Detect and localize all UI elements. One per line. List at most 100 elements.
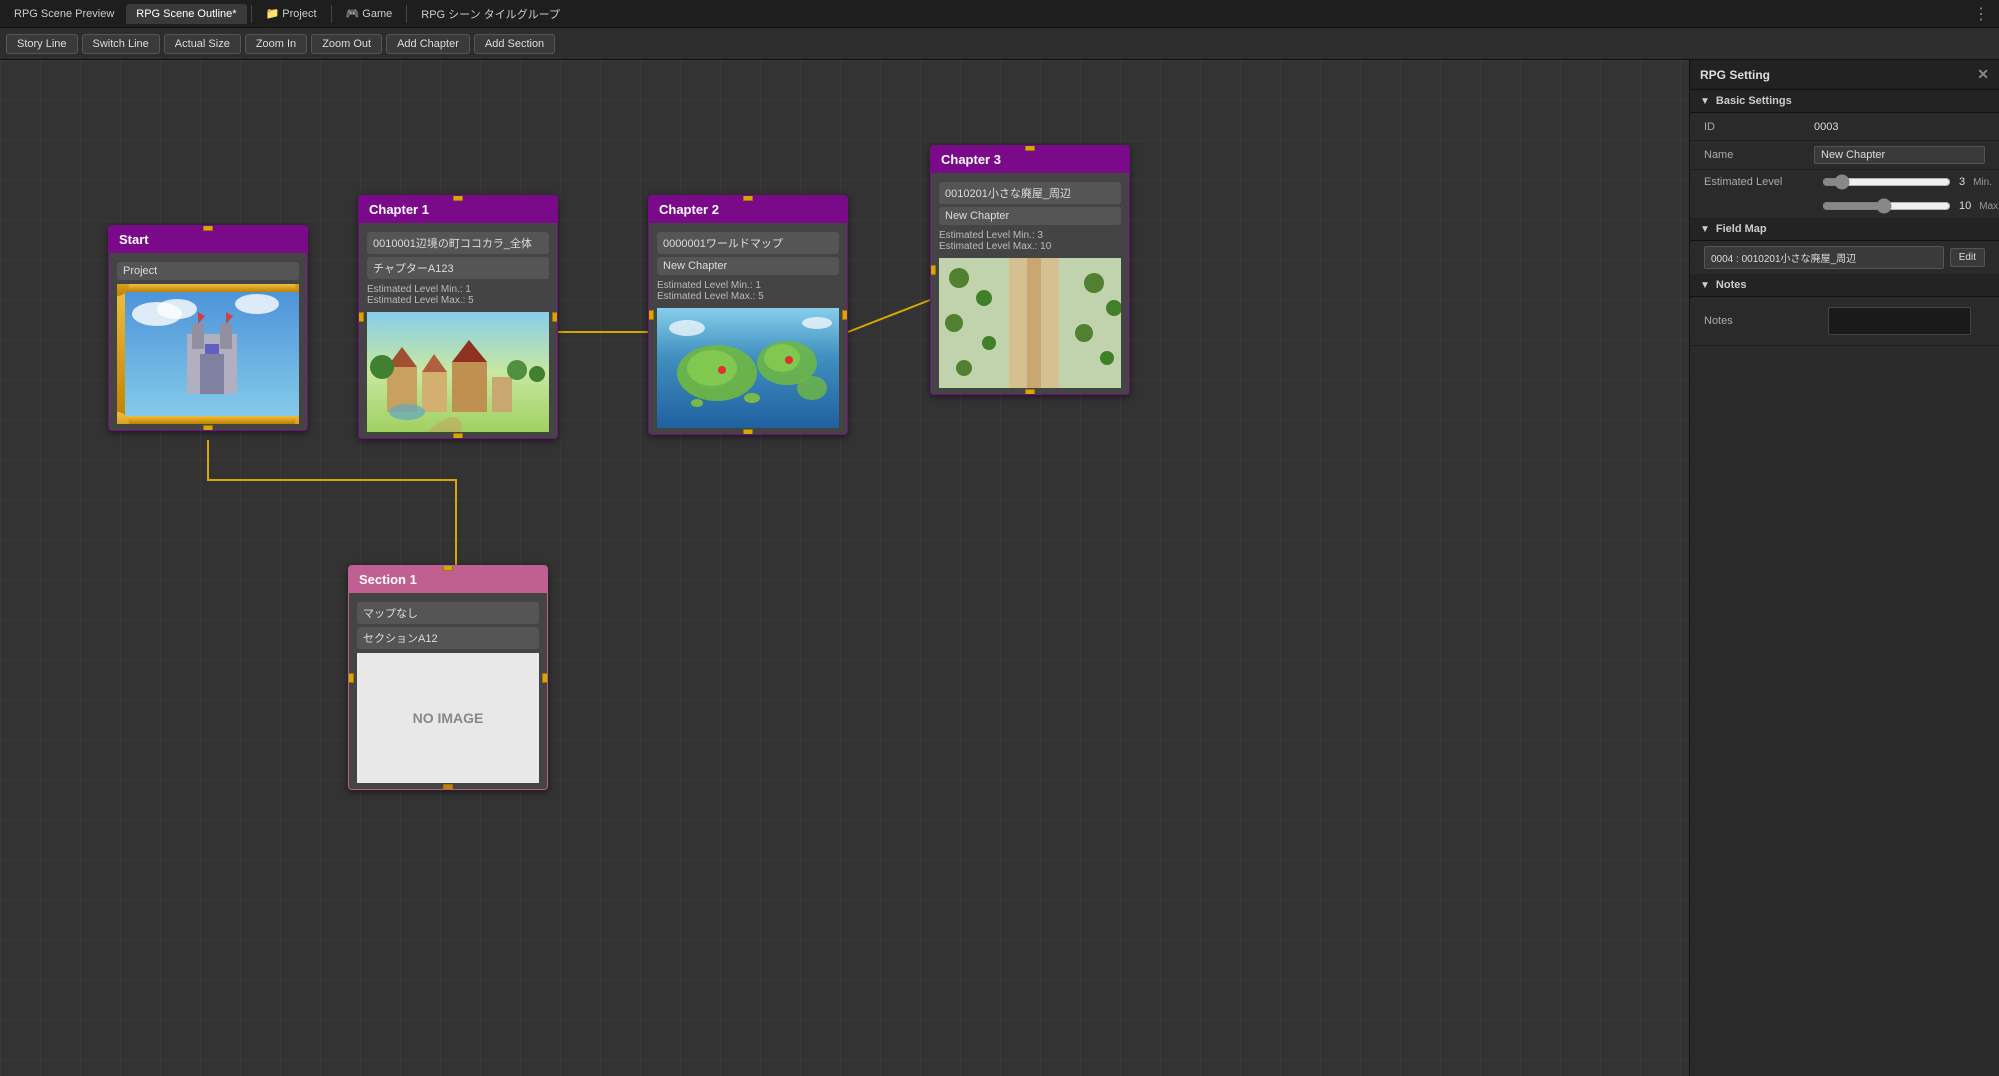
field-map-header[interactable]: ▼ Field Map	[1690, 218, 1999, 241]
level-min-suffix: Min.	[1973, 177, 1992, 188]
chapter1-handle-top[interactable]	[453, 195, 463, 201]
chapter2-body: 0000001ワールドマップ New Chapter Estimated Lev…	[649, 223, 847, 434]
notes-header[interactable]: ▼ Notes	[1690, 274, 1999, 297]
tab-separator-2	[331, 5, 332, 23]
start-handle-top[interactable]	[203, 225, 213, 231]
chapter1-name: チャプターA123	[367, 257, 549, 279]
toolbar: Story Line Switch Line Actual Size Zoom …	[0, 28, 1999, 60]
notes-arrow: ▼	[1700, 280, 1710, 291]
story-line-button[interactable]: Story Line	[6, 34, 78, 54]
chapter1-mapid: 0010001辺境の町ココカラ_全体	[367, 232, 549, 254]
level-min-row: Estimated Level 3 Min.	[1690, 170, 1999, 194]
level-max-value: 10	[1959, 200, 1971, 212]
notes-area[interactable]	[1828, 307, 1971, 335]
chapter3-handle-bottom[interactable]	[1025, 389, 1035, 395]
chapter3-handle-left[interactable]	[930, 265, 936, 275]
section1-name: セクションA12	[357, 627, 539, 649]
level-min-slider[interactable]	[1822, 174, 1951, 190]
chapter1-node[interactable]: Chapter 1 0010001辺境の町ココカラ_全体 チャプターA123 E…	[358, 195, 558, 439]
section1-handle-bottom[interactable]	[443, 784, 453, 790]
section1-mapid: マップなし	[357, 602, 539, 624]
chapter2-handle-bottom[interactable]	[743, 429, 753, 435]
level-min-value: 3	[1959, 176, 1965, 188]
chapter2-mapid: 0000001ワールドマップ	[657, 232, 839, 254]
name-row: Name	[1690, 141, 1999, 170]
chapter2-handle-left[interactable]	[648, 310, 654, 320]
tab-separator-3	[406, 5, 407, 23]
notes-field-label: Notes	[1704, 315, 1814, 327]
chapter2-level: Estimated Level Min.: 1Estimated Level M…	[657, 278, 839, 304]
start-title: Start	[119, 232, 149, 247]
chapter3-level: Estimated Level Min.: 3Estimated Level M…	[939, 228, 1121, 254]
chapter3-image	[939, 258, 1121, 388]
chapter3-title: Chapter 3	[941, 152, 1001, 167]
tab-separator	[251, 5, 252, 23]
panel-title: RPG Setting	[1700, 68, 1770, 82]
tab-bar: RPG Scene Preview RPG Scene Outline* 📁 P…	[0, 0, 1999, 28]
chapter2-handle-top[interactable]	[743, 195, 753, 201]
add-chapter-button[interactable]: Add Chapter	[386, 34, 470, 54]
chapter1-handle-bottom[interactable]	[453, 433, 463, 439]
chapter2-node[interactable]: Chapter 2 0000001ワールドマップ New Chapter Est…	[648, 195, 848, 435]
zoom-in-button[interactable]: Zoom In	[245, 34, 307, 54]
id-row: ID 0003	[1690, 113, 1999, 141]
section1-title: Section 1	[359, 572, 417, 587]
field-map-label: Field Map	[1716, 223, 1767, 235]
chapter1-title: Chapter 1	[369, 202, 429, 217]
id-value: 0003	[1814, 121, 1985, 133]
tab-project[interactable]: 📁 Project	[256, 3, 327, 24]
start-node[interactable]: Start Project	[108, 225, 308, 431]
chapter2-handle-right[interactable]	[842, 310, 848, 320]
chapter1-handle-right[interactable]	[552, 312, 558, 322]
start-image	[117, 284, 299, 424]
start-handle-bottom[interactable]	[203, 425, 213, 431]
notes-row: Notes	[1690, 297, 1999, 346]
chapter3-handle-top[interactable]	[1025, 145, 1035, 151]
chapter1-handle-left[interactable]	[358, 312, 364, 322]
section1-body: マップなし セクションA12 NO IMAGE	[349, 593, 547, 789]
chapter2-image	[657, 308, 839, 428]
chapter2-name: New Chapter	[657, 257, 839, 275]
tab-tilemap[interactable]: RPG シーン タイルグループ	[411, 2, 570, 26]
start-project-field: Project	[117, 262, 299, 280]
tab-game[interactable]: 🎮 Game	[336, 3, 403, 24]
section1-node[interactable]: Section 1 マップなし セクションA12 NO IMAGE	[348, 565, 548, 790]
section1-handle-left[interactable]	[348, 673, 354, 683]
section1-handle-right[interactable]	[542, 673, 548, 683]
right-panel: RPG Setting ✕ ▼ Basic Settings ID 0003 N…	[1689, 60, 1999, 1076]
chapter3-body: 0010201小さな廃屋_周辺 New Chapter Estimated Le…	[931, 173, 1129, 394]
chapter1-level: Estimated Level Min.: 1Estimated Level M…	[367, 282, 549, 308]
name-label: Name	[1704, 149, 1814, 161]
field-map-row: 0004 : 0010201小さな廃屋_周辺 Edit	[1690, 241, 1999, 274]
panel-title-bar: RPG Setting ✕	[1690, 60, 1999, 90]
switch-line-button[interactable]: Switch Line	[82, 34, 160, 54]
start-node-body: Project	[109, 253, 307, 430]
section1-handle-top[interactable]	[443, 565, 453, 571]
basic-settings-label: Basic Settings	[1716, 95, 1792, 107]
basic-settings-header[interactable]: ▼ Basic Settings	[1690, 90, 1999, 113]
actual-size-button[interactable]: Actual Size	[164, 34, 241, 54]
level-max-suffix: Max.	[1979, 201, 1999, 212]
field-map-value: 0004 : 0010201小さな廃屋_周辺	[1704, 246, 1944, 269]
notes-label: Notes	[1716, 279, 1747, 291]
basic-settings-arrow: ▼	[1700, 96, 1710, 107]
tab-more-icon[interactable]: ⋮	[1967, 4, 1995, 24]
id-label: ID	[1704, 121, 1814, 133]
chapter1-body: 0010001辺境の町ココカラ_全体 チャプターA123 Estimated L…	[359, 223, 557, 438]
canvas-area[interactable]: Start Project	[0, 60, 1689, 1076]
add-section-button[interactable]: Add Section	[474, 34, 555, 54]
chapter3-node[interactable]: Chapter 3 0010201小さな廃屋_周辺 New Chapter Es…	[930, 145, 1130, 395]
name-input[interactable]	[1814, 146, 1985, 164]
main-area: Start Project	[0, 60, 1999, 1076]
panel-close-button[interactable]: ✕	[1977, 66, 1989, 83]
tab-outline[interactable]: RPG Scene Outline*	[126, 4, 246, 24]
field-map-arrow: ▼	[1700, 224, 1710, 235]
chapter1-image	[367, 312, 549, 432]
level-label: Estimated Level	[1704, 176, 1814, 188]
field-map-edit-button[interactable]: Edit	[1950, 248, 1985, 267]
zoom-out-button[interactable]: Zoom Out	[311, 34, 382, 54]
chapter2-title: Chapter 2	[659, 202, 719, 217]
level-max-slider[interactable]	[1822, 198, 1951, 214]
tab-preview[interactable]: RPG Scene Preview	[4, 4, 124, 24]
section1-no-image: NO IMAGE	[357, 653, 539, 783]
